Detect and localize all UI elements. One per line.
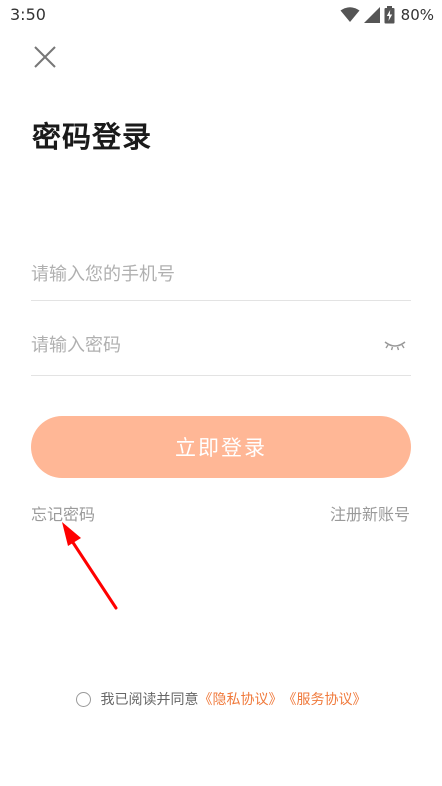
phone-input[interactable]: [31, 254, 361, 294]
service-agreement-link[interactable]: 《服务协议》: [283, 689, 367, 709]
password-field: [31, 325, 411, 376]
status-icons: 80%: [340, 4, 434, 26]
phone-field: [31, 254, 411, 301]
agreement-row: 我已阅读并同意 《隐私协议》 《服务协议》: [0, 689, 442, 709]
agreement-text: 我已阅读并同意: [100, 692, 199, 708]
battery-percentage: 80%: [400, 6, 434, 24]
page-title: 密码登录: [32, 120, 153, 154]
privacy-policy-link[interactable]: 《隐私协议》: [199, 689, 283, 709]
password-input[interactable]: [31, 325, 361, 365]
eye-closed-icon: [384, 341, 406, 351]
battery-charging-icon: [384, 6, 395, 24]
wifi-icon: [340, 7, 360, 22]
login-button[interactable]: 立即登录: [31, 416, 411, 478]
close-icon: [34, 46, 56, 68]
status-time: 3:50: [10, 5, 46, 24]
agreement-checkbox[interactable]: [75, 691, 91, 707]
annotation-arrow-icon: [62, 522, 118, 610]
close-button[interactable]: [30, 42, 60, 72]
status-bar: 3:50 80%: [0, 0, 442, 32]
password-visibility-toggle[interactable]: [383, 335, 407, 355]
register-link[interactable]: 注册新账号: [330, 501, 410, 525]
signal-icon: [363, 7, 380, 23]
